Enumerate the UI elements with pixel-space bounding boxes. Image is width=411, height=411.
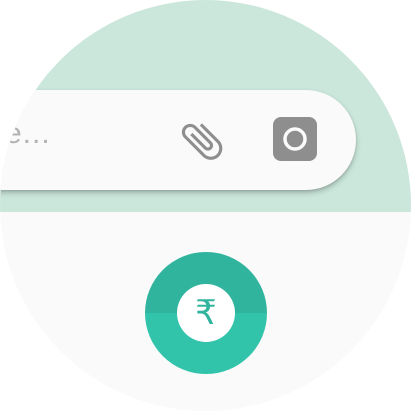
rupee-symbol: ₹ [195,293,217,333]
camera-icon [272,116,318,167]
chat-composer-viewport: e... ₹ [0,0,411,411]
payment-button[interactable]: ₹ [145,252,267,374]
camera-button[interactable] [270,116,320,166]
paperclip-icon [177,116,227,171]
attach-button[interactable] [174,115,230,171]
message-input-placeholder[interactable]: e... [5,114,51,154]
message-input-bar[interactable]: e... [0,90,356,190]
rupee-icon: ₹ [177,284,235,342]
